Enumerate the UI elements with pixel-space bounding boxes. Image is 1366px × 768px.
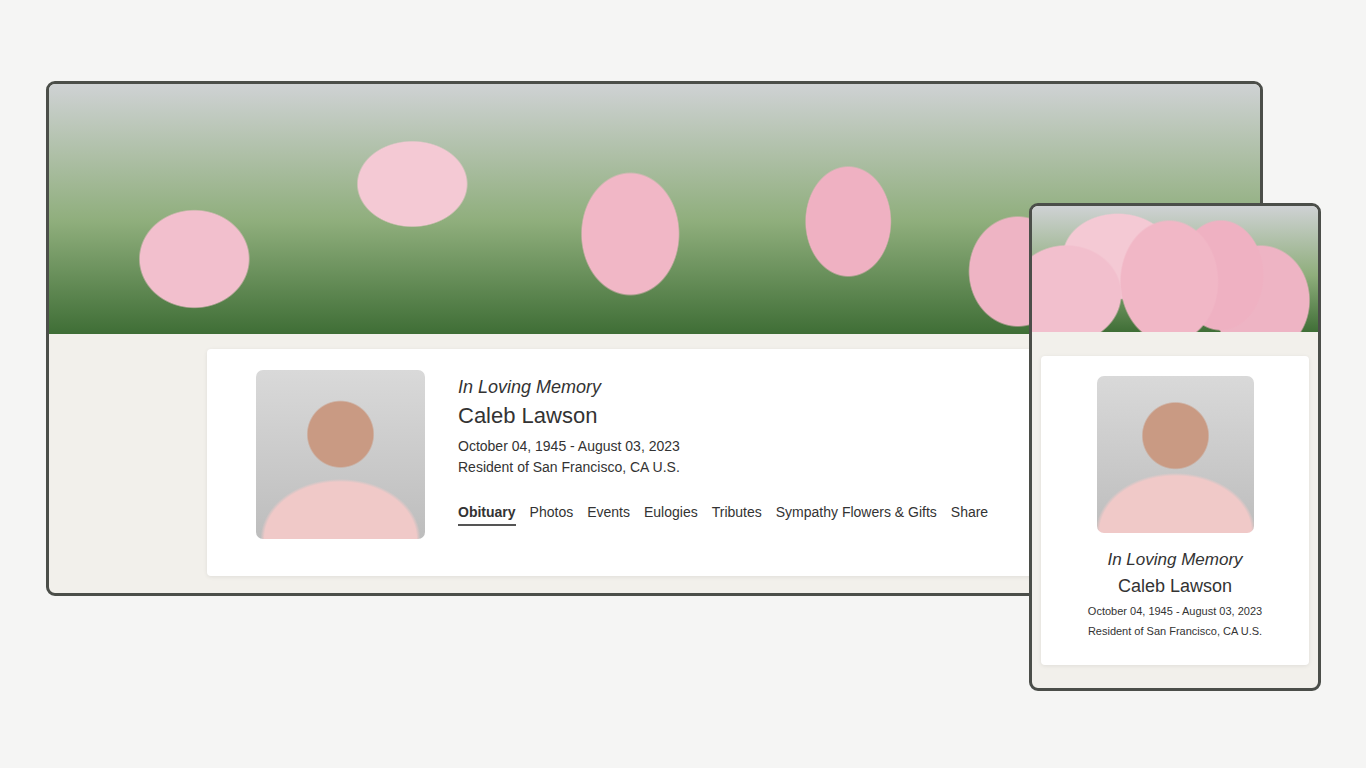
tab[interactable]: Share — [951, 502, 988, 526]
page-body: In Loving Memory Caleb Lawson October 04, … — [1032, 332, 1318, 679]
tab[interactable]: Eulogies — [644, 502, 698, 526]
hero-photo — [1032, 206, 1318, 332]
residence: Resident of San Francisco, CA U.S. — [458, 457, 988, 478]
tab[interactable]: Obituary — [458, 502, 516, 526]
life-dates: October 04, 1945 - August 03, 2023 — [1088, 601, 1262, 621]
tab[interactable]: Photos — [530, 502, 574, 526]
life-dates: October 04, 1945 - August 03, 2023 — [458, 436, 988, 457]
tab[interactable]: Events — [587, 502, 630, 526]
residence: Resident of San Francisco, CA U.S. — [1088, 621, 1262, 641]
memory-heading: In Loving Memory — [1107, 549, 1242, 571]
mockup-stage: In Loving Memory Caleb Lawson October 04, … — [0, 0, 1366, 768]
person-name: Caleb Lawson — [458, 402, 988, 430]
profile-card: In Loving Memory Caleb Lawson October 04, … — [1041, 356, 1309, 665]
portrait-photo — [1097, 376, 1254, 533]
tab[interactable]: Sympathy Flowers & Gifts — [776, 502, 937, 526]
tab-bar: Obituary Photos Events Eulogies Tributes Symp… — [458, 502, 988, 526]
tab[interactable]: Tributes — [712, 502, 762, 526]
mobile-frame: In Loving Memory Caleb Lawson October 04, … — [1029, 203, 1321, 691]
profile-info: In Loving Memory Caleb Lawson October 04, … — [458, 370, 988, 539]
person-name: Caleb Lawson — [1118, 574, 1232, 598]
portrait-photo — [256, 370, 425, 539]
memory-heading: In Loving Memory — [458, 376, 988, 398]
